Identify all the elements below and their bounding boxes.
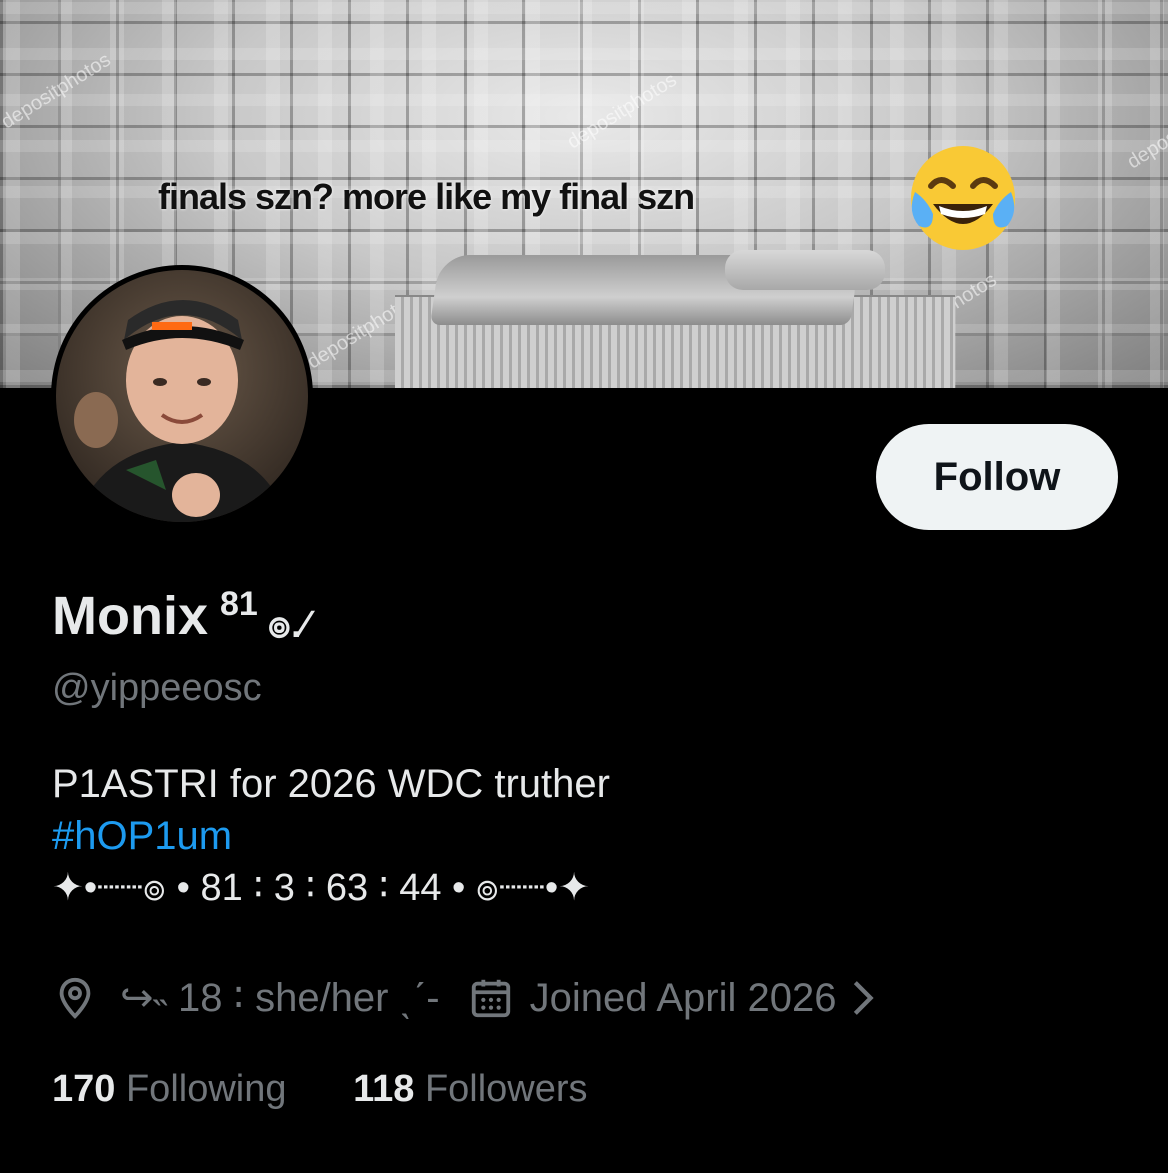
display-name-decoration: ๏.⁄ (267, 604, 308, 646)
followers-link[interactable]: 118 Followers (353, 1068, 587, 1110)
location-icon (59, 977, 91, 1019)
display-name-superscript: 81 (220, 585, 258, 623)
display-name: Monix 81 ๏.⁄ (52, 585, 308, 655)
bio: P1ASTRI for 2026 WDC truther #hOP1um ✦•┈… (52, 758, 610, 914)
follow-stats: 170 Following 118 Followers (52, 1068, 588, 1111)
display-name-text: Monix (52, 586, 208, 646)
profile-meta: ↪˵ 18 ∶ she/her ˎˊ- Joined April 2026 (52, 972, 878, 1024)
chevron-right-icon[interactable] (848, 975, 878, 1021)
bed-image (395, 250, 955, 388)
following-label: Following (125, 1068, 287, 1110)
banner-caption: finals szn? more like my final szn (158, 176, 695, 217)
joined-date: Joined April 2026 (529, 975, 837, 1020)
user-handle: @yippeeosc (52, 667, 262, 709)
followers-count: 118 (353, 1068, 415, 1110)
avatar[interactable] (51, 265, 313, 527)
face-with-tears-of-joy-icon (911, 146, 1015, 250)
hashtag-link[interactable]: #hOP1um (52, 810, 610, 862)
avatar-photo (56, 270, 308, 522)
location-text: ↪˵ 18 ∶ she/her ˎˊ- (120, 976, 440, 1020)
following-count: 170 (52, 1068, 116, 1110)
bio-decorative-line: ✦•┈┈๏ • 81 ∶ 3 ∶ 63 ∶ 44 • ๏┈┈•✦ (52, 867, 590, 909)
calendar-icon (471, 979, 510, 1018)
followers-label: Followers (424, 1068, 588, 1110)
following-link[interactable]: 170 Following (52, 1068, 297, 1110)
follow-button[interactable]: Follow (876, 424, 1118, 530)
bio-line: P1ASTRI for 2026 WDC truther (52, 762, 610, 806)
